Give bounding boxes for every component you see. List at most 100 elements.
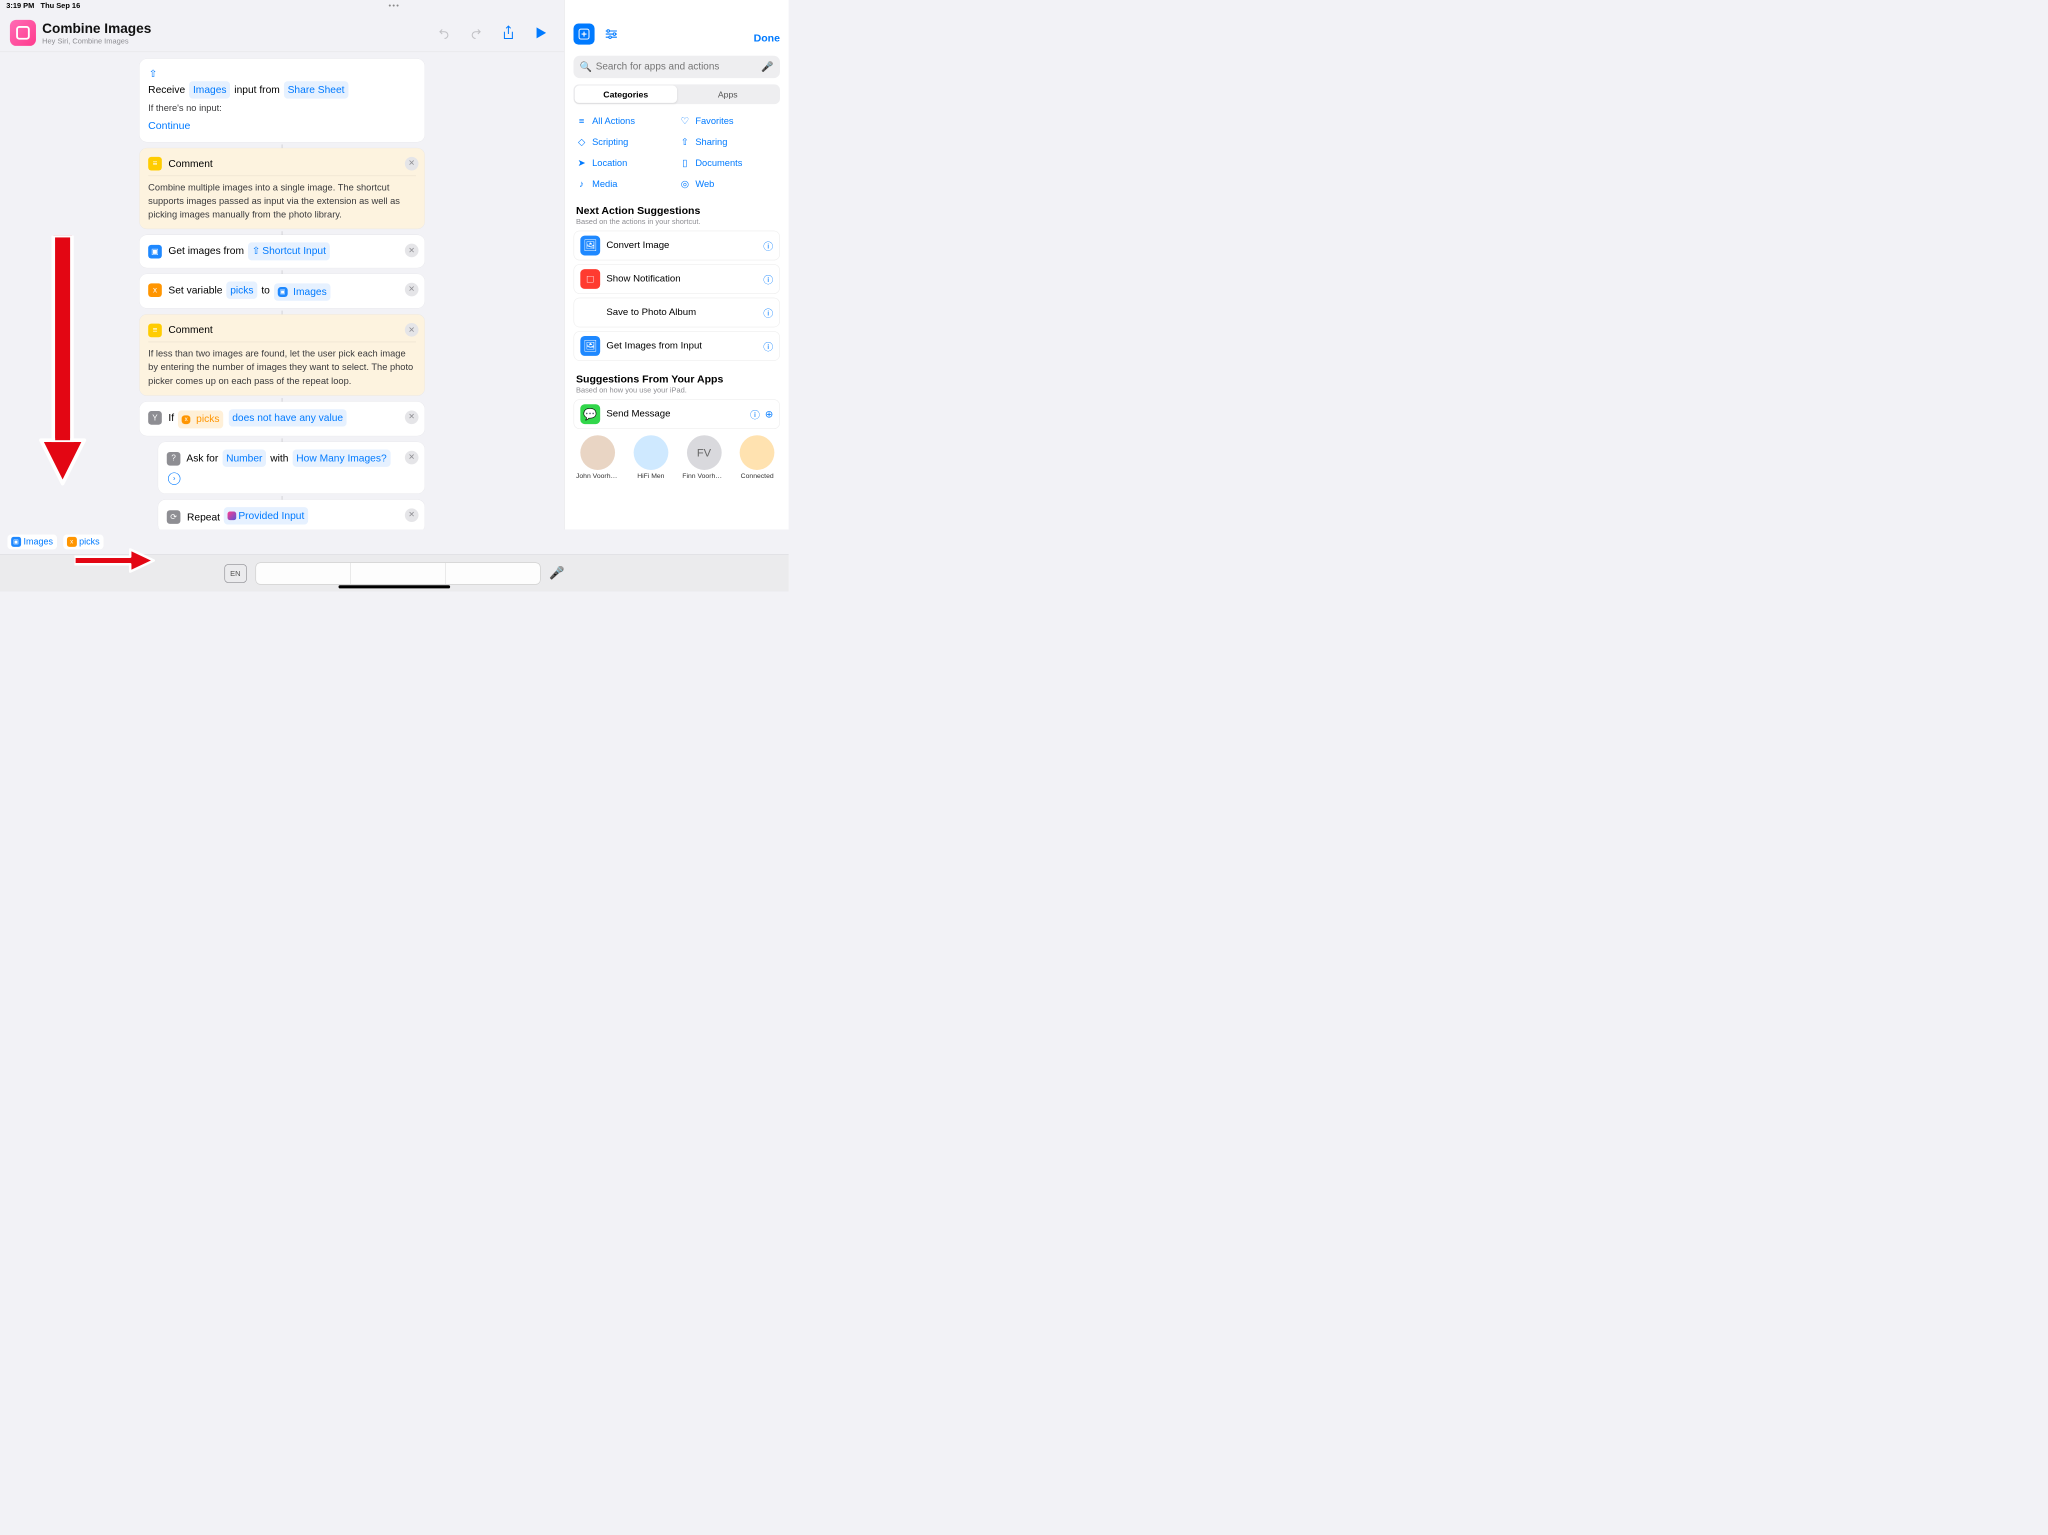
action-editor[interactable]: ⇧ Receive Images input from Share Sheet …	[0, 53, 564, 530]
if-label: If	[168, 412, 174, 423]
input-from-label: input from	[234, 84, 279, 95]
contact-name: Connected	[737, 472, 778, 479]
suggestion-item[interactable]: ✿Save to Photo Albumⓘ	[574, 298, 780, 328]
share-button[interactable]	[501, 25, 516, 40]
contact-item[interactable]: Connected	[737, 435, 778, 480]
repeat-card[interactable]: ⟳ Repeat Provided Input ✕	[158, 499, 425, 529]
category-sharing[interactable]: ⇧Sharing	[679, 136, 777, 147]
delete-action-button[interactable]: ✕	[405, 157, 419, 171]
info-button[interactable]: ⓘ	[750, 407, 760, 422]
dictation-button[interactable]: 🎤	[549, 565, 564, 581]
info-button[interactable]: ⓘ	[763, 238, 773, 253]
contact-item[interactable]: HiFi Men	[631, 435, 672, 480]
input-card[interactable]: ⇧ Receive Images input from Share Sheet …	[140, 59, 425, 142]
if-card[interactable]: Y If xpicks does not have any value ✕	[140, 402, 425, 436]
ask-card[interactable]: ? Ask for Number with How Many Images? ✕…	[158, 442, 425, 493]
kb-token-picks[interactable]: xpicks	[63, 534, 103, 549]
next-suggestions-title: Next Action Suggestions	[565, 198, 789, 217]
status-date: Thu Sep 16	[41, 1, 81, 12]
info-button[interactable]: ⓘ	[763, 272, 773, 287]
category-label: Media	[592, 179, 617, 190]
comment-card-2[interactable]: ≡ Comment ✕ If less than two images are …	[140, 314, 425, 395]
info-button[interactable]: ⓘ	[763, 339, 773, 354]
repeat-icon: ⟳	[167, 511, 181, 525]
tab-apps[interactable]: Apps	[677, 86, 779, 103]
add-action-button[interactable]	[574, 24, 595, 45]
suggestion-item[interactable]: 🖼Convert Imageⓘ	[574, 231, 780, 261]
get-images-card[interactable]: ▣ Get images from ⇧ Shortcut Input ✕	[140, 235, 425, 267]
delete-action-button[interactable]: ✕	[405, 508, 419, 522]
sidebar-tabs[interactable]: Categories Apps	[574, 84, 780, 104]
category-scripting[interactable]: ◇Scripting	[576, 136, 674, 147]
contact-name: HiFi Men	[631, 472, 672, 479]
shortcut-title[interactable]: Combine Images	[42, 20, 436, 36]
expand-button[interactable]: ›	[168, 472, 180, 484]
delete-action-button[interactable]: ✕	[405, 283, 419, 297]
category-label: Location	[592, 158, 627, 169]
variable-icon: x	[148, 284, 162, 298]
prompt-token[interactable]: How Many Images?	[293, 449, 391, 467]
undo-button[interactable]	[436, 25, 451, 40]
category-label: Sharing	[695, 137, 727, 148]
suggestion-item[interactable]: □Show Notificationⓘ	[574, 264, 780, 294]
images-var-token[interactable]: ▣Images	[274, 283, 330, 301]
language-button[interactable]: EN	[224, 564, 246, 583]
category-label: Favorites	[695, 116, 733, 127]
category-all-actions[interactable]: ≡All Actions	[576, 115, 674, 126]
picks-var-token[interactable]: picks	[227, 281, 258, 299]
number-token[interactable]: Number	[222, 449, 266, 467]
search-input[interactable]	[596, 61, 758, 72]
predictive-text-field[interactable]	[255, 562, 540, 584]
messages-icon: 💬	[580, 404, 600, 424]
ask-icon: ?	[167, 452, 181, 466]
repeat-label: Repeat	[187, 511, 220, 522]
home-indicator[interactable]	[339, 585, 451, 588]
category-web[interactable]: ◎Web	[679, 179, 777, 190]
contact-item[interactable]: FVFinn Voorhees	[682, 435, 725, 480]
suggestion-send-message[interactable]: 💬 Send Message ⓘ ⊕	[574, 399, 780, 429]
category-icon: ♡	[679, 115, 690, 126]
images-token[interactable]: Images	[189, 81, 230, 99]
done-button[interactable]: Done	[754, 32, 780, 44]
suggestion-item[interactable]: 🖼Get Images from Inputⓘ	[574, 331, 780, 361]
category-icon: ▯	[679, 157, 690, 168]
to-label: to	[261, 284, 270, 295]
delete-action-button[interactable]: ✕	[405, 410, 419, 424]
category-media[interactable]: ♪Media	[576, 179, 674, 190]
provided-input-token[interactable]: Provided Input	[224, 507, 308, 525]
dictation-icon[interactable]: 🎤	[761, 61, 773, 73]
app-suggestions-title: Suggestions From Your Apps	[565, 367, 789, 386]
share-sheet-token[interactable]: Share Sheet	[284, 81, 348, 99]
set-variable-card[interactable]: x Set variable picks to ▣Images ✕	[140, 274, 425, 308]
kb-token-images[interactable]: ▣Images	[7, 534, 56, 549]
comment-body[interactable]: If less than two images are found, let t…	[148, 342, 416, 388]
run-button[interactable]	[533, 25, 548, 40]
delete-action-button[interactable]: ✕	[405, 323, 419, 337]
comment-card-1[interactable]: ≡ Comment ✕ Combine multiple images into…	[140, 148, 425, 229]
category-documents[interactable]: ▯Documents	[679, 157, 777, 168]
add-button[interactable]: ⊕	[765, 408, 773, 420]
condition-token[interactable]: does not have any value	[228, 409, 346, 427]
shortcut-input-token[interactable]: ⇧ Shortcut Input	[248, 243, 330, 261]
suggestion-label: Show Notification	[606, 273, 763, 284]
contact-item[interactable]: John Voorhe…	[576, 435, 619, 480]
suggestion-icon: ✿	[580, 303, 600, 323]
multitask-dots-icon[interactable]: •••	[389, 1, 401, 10]
continue-button[interactable]: Continue	[148, 117, 190, 134]
search-field[interactable]: 🔍 🎤	[574, 56, 780, 78]
settings-button[interactable]	[601, 24, 622, 45]
comment-body[interactable]: Combine multiple images into a single im…	[148, 176, 416, 222]
redo-button[interactable]	[469, 25, 484, 40]
picks-var-token[interactable]: xpicks	[178, 411, 223, 429]
category-favorites[interactable]: ♡ Favorites	[679, 115, 777, 126]
avatar	[633, 435, 668, 470]
delete-action-button[interactable]: ✕	[405, 451, 419, 465]
actions-sidebar: Done 🔍 🎤 Categories Apps ≡All Actions ♡ Fa…	[564, 0, 788, 529]
tab-categories[interactable]: Categories	[575, 86, 677, 103]
shortcut-app-icon[interactable]	[10, 20, 36, 46]
variable-icon: x	[67, 537, 77, 547]
category-icon: ◎	[679, 179, 690, 190]
category-location[interactable]: ➤Location	[576, 157, 674, 168]
delete-action-button[interactable]: ✕	[405, 244, 419, 258]
info-button[interactable]: ⓘ	[763, 305, 773, 320]
